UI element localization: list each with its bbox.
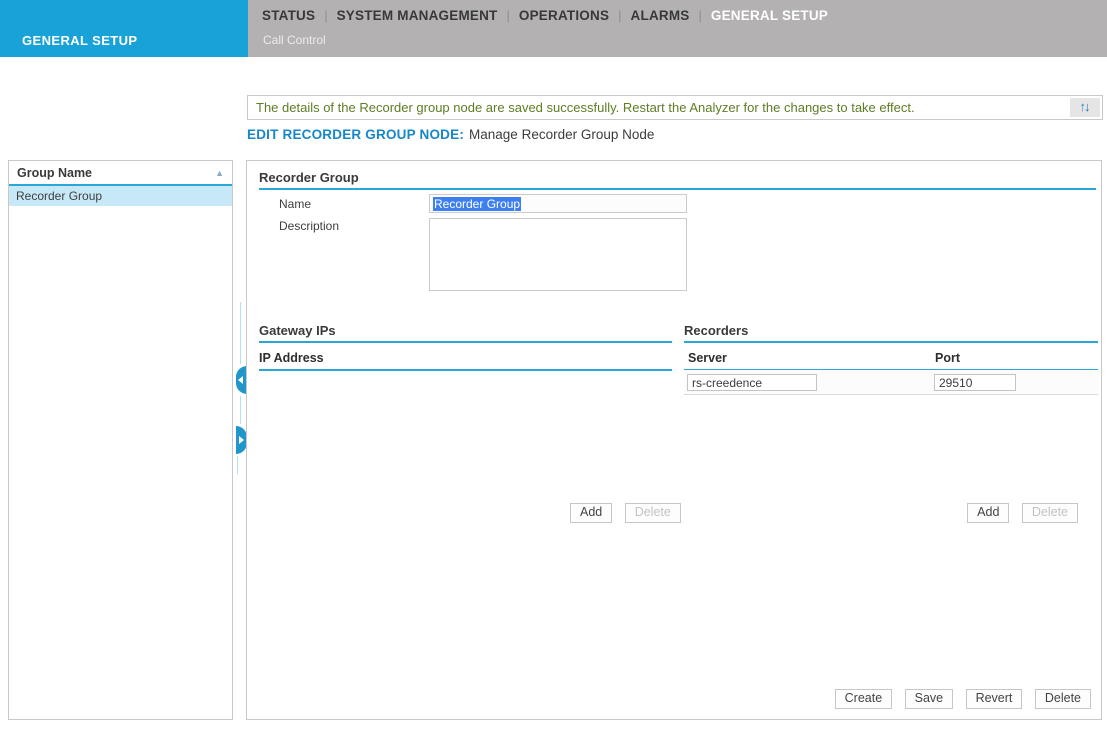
recorders-delete-button: Delete [1021,503,1078,523]
main-tabs: STATUS | SYSTEM MANAGEMENT | OPERATIONS | ALAR… [262,7,828,25]
recorders-title: Recorders [684,323,749,338]
arrow-right-icon [239,436,244,444]
gateway-delete-button: Delete [624,503,681,523]
message-toggle-button[interactable]: ↑↓ [1070,98,1100,117]
group-name-header-label: Group Name [17,166,93,180]
gateway-buttons: Add Delete [570,503,681,523]
section-title-recorder-group: Recorder Group [259,170,359,185]
name-input[interactable]: Recorder Group [429,194,687,213]
splitter-line [240,396,241,424]
form-action-buttons: Create Save Revert Delete [834,689,1091,709]
recorder-table-row [684,370,1098,395]
page-subtitle: Manage Recorder Group Node [469,127,655,142]
gateway-add-button[interactable]: Add [570,503,613,523]
server-column-header: Server [688,351,727,365]
revert-button[interactable]: Revert [965,689,1023,709]
create-button[interactable]: Create [834,689,893,709]
status-message-text: The details of the Recorder group node a… [256,100,915,115]
gateway-title-divider [259,341,672,343]
page-title: EDIT RECORDER GROUP NODE: [247,127,465,142]
server-input[interactable] [687,374,817,391]
tab-operations[interactable]: OPERATIONS [519,8,609,23]
port-column-header: Port [935,351,960,365]
name-input-selected-text: Recorder Group [433,197,522,211]
recorders-title-divider [684,341,1098,343]
gateway-header-divider [259,369,672,371]
ip-address-column-header: IP Address [259,351,324,365]
name-label: Name [279,197,312,211]
tab-separator: | [698,8,702,23]
tab-separator: | [618,8,622,23]
tab-status[interactable]: STATUS [262,8,315,23]
group-list-panel: Group Name ▲ Recorder Group [8,160,233,720]
port-input[interactable] [934,374,1016,391]
gateway-ips-title: Gateway IPs [259,323,336,338]
save-button[interactable]: Save [904,689,954,709]
brand-banner: GENERAL SETUP [0,0,248,57]
tab-general-setup[interactable]: GENERAL SETUP [711,8,828,23]
arrow-left-icon [238,376,243,384]
page-heading: EDIT RECORDER GROUP NODE: Manage Recorder… [247,127,654,142]
status-message-bar: The details of the Recorder group node a… [247,95,1103,120]
recorders-add-button[interactable]: Add [967,503,1010,523]
recorder-group-form-panel: Recorder Group Name Recorder Group Descr… [246,160,1102,720]
subtab-call-control[interactable]: Call Control [263,33,326,47]
app-window: GENERAL SETUP STATUS | SYSTEM MANAGEMENT | O… [0,0,1107,733]
description-textarea[interactable] [429,218,687,291]
top-navigation: STATUS | SYSTEM MANAGEMENT | OPERATIONS | ALAR… [248,0,1107,57]
section-divider [259,188,1096,190]
brand-label: GENERAL SETUP [22,33,138,48]
tab-separator: | [324,8,328,23]
recorders-buttons: Add Delete [967,503,1078,523]
sort-ascending-icon[interactable]: ▲ [215,161,224,186]
tab-alarms[interactable]: ALARMS [631,8,690,23]
tab-separator: | [506,8,510,23]
splitter-line [237,456,238,474]
tab-system-management[interactable]: SYSTEM MANAGEMENT [337,8,498,23]
group-name-column-header[interactable]: Group Name ▲ [9,161,232,186]
arrow-down-icon: ↓ [1084,99,1091,114]
group-list-item-recorder-group[interactable]: Recorder Group [9,186,232,206]
description-label: Description [279,219,340,233]
delete-button[interactable]: Delete [1034,689,1091,709]
splitter-line [240,302,241,364]
